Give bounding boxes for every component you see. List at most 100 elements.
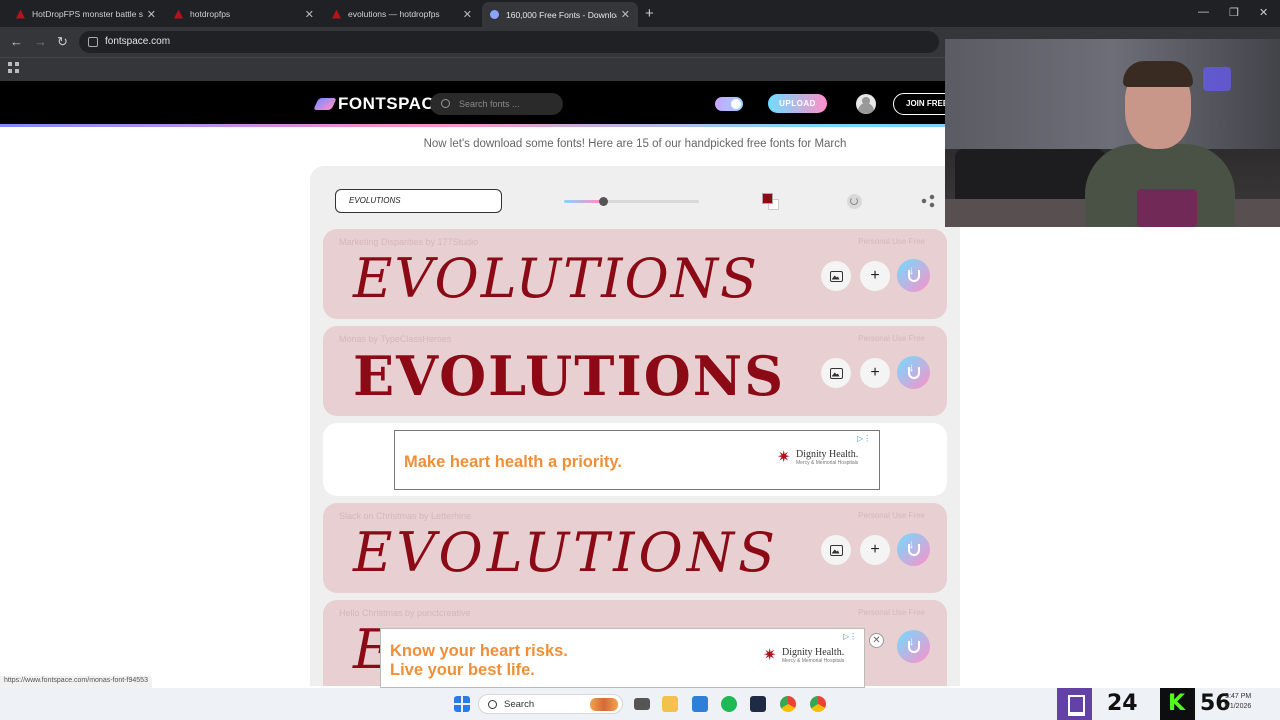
image-icon	[829, 367, 843, 379]
share-icon[interactable]	[921, 194, 935, 208]
font-card[interactable]: Monas by TypeClassHeroes Personal Use Fr…	[323, 326, 947, 416]
chrome-icon[interactable]	[780, 696, 796, 712]
search-input[interactable]: Search fonts ...	[430, 93, 563, 115]
theme-toggle[interactable]	[715, 97, 743, 111]
task-view-icon[interactable]	[634, 698, 650, 710]
reload-icon[interactable]: ↻	[57, 34, 68, 50]
font-sample[interactable]: EVOLUTIONS	[353, 519, 779, 587]
site-info-icon[interactable]	[88, 37, 98, 47]
maximize-icon[interactable]: ❐	[1229, 6, 1239, 19]
windows-start-icon[interactable]	[454, 696, 470, 712]
download-button[interactable]	[897, 259, 930, 292]
taskbar-search[interactable]: Search	[478, 694, 623, 714]
apps-grid-icon[interactable]	[8, 62, 19, 73]
dignity-star-icon: ✷	[763, 646, 777, 664]
search-highlight-icon	[590, 698, 618, 711]
font-author[interactable]: by punctcreative	[405, 608, 471, 618]
download-button[interactable]	[897, 356, 930, 389]
font-sample[interactable]: EVOLUTIONS	[353, 342, 785, 410]
taskbar-search-label: Search	[504, 699, 535, 710]
clock-date: 3/1/2026	[1224, 703, 1252, 710]
browser-tab-strip: HotDropFPS monster battle sty ✕ hotdropf…	[0, 0, 1280, 27]
image-icon	[829, 544, 843, 556]
close-ad-icon[interactable]: ✕	[869, 633, 884, 648]
webcam-overlay	[945, 39, 1280, 227]
tab-title: evolutions — hotdropfps	[348, 9, 440, 19]
ad-copy: Know your heart risks. Live your best li…	[390, 642, 568, 680]
ad-banner[interactable]: ▷⋮ Make heart health a priority. ✷ Digni…	[394, 430, 880, 490]
hotdrop-favicon-icon	[174, 9, 183, 19]
font-card[interactable]: Slack on Christmas by Letterhine Persona…	[323, 503, 947, 593]
font-license: Personal Use Free	[858, 237, 925, 246]
add-to-collection-button[interactable]: +	[860, 535, 890, 565]
search-icon	[441, 99, 450, 108]
ad-line-1: Know your heart risks.	[390, 642, 568, 660]
hotdrop-favicon-icon	[332, 9, 341, 19]
fontspace-favicon-icon	[490, 10, 499, 19]
spotify-icon[interactable]	[721, 696, 737, 712]
ad-brand: Dignity Health.	[796, 449, 859, 460]
intro-text: Now let's download some fonts! Here are …	[423, 138, 847, 150]
reset-icon[interactable]	[847, 194, 862, 209]
system-clock[interactable]: 5:47 PM 3/1/2026	[1224, 692, 1251, 712]
chrome-icon[interactable]	[810, 696, 826, 712]
dignity-health-logo: ✷ Dignity Health. Mercy & Memorial Hospi…	[777, 449, 858, 466]
address-bar[interactable]: fontspace.com	[79, 31, 939, 53]
download-icon	[907, 263, 920, 282]
download-icon	[907, 360, 920, 379]
fontspace-logo[interactable]: FONTSPACE	[313, 94, 446, 114]
image-preview-button[interactable]	[821, 535, 851, 565]
plus-icon: +	[870, 541, 880, 558]
sticky-ad-banner[interactable]: ▷⋮ Know your heart risks. Live your best…	[380, 628, 865, 688]
browser-tab-active[interactable]: 160,000 Free Fonts - Download ✕	[482, 2, 638, 27]
plus-icon: +	[870, 364, 880, 381]
forward-icon[interactable]: →	[34, 34, 47, 49]
image-preview-button[interactable]	[821, 358, 851, 388]
browser-tab[interactable]: HotDropFPS monster battle sty ✕	[8, 3, 164, 25]
font-card[interactable]: Marketing Disparities by 177Studio Perso…	[323, 229, 947, 319]
notepad-icon[interactable]	[692, 696, 708, 712]
kick-icon	[1160, 688, 1195, 720]
adchoices-icon[interactable]: ▷⋮	[843, 632, 857, 641]
close-icon[interactable]: ✕	[463, 8, 472, 21]
download-button[interactable]	[897, 630, 930, 663]
file-explorer-icon[interactable]	[662, 696, 678, 712]
add-to-collection-button[interactable]: +	[860, 261, 890, 291]
user-avatar-icon[interactable]	[856, 94, 876, 114]
webcam-light	[1203, 67, 1231, 91]
twitch-icon	[1057, 688, 1092, 720]
browser-tab[interactable]: hotdropfps ✕	[166, 3, 322, 25]
ad-brand-sub: Mercy & Memorial Hospitals	[782, 658, 845, 664]
preview-text-input[interactable]: EVOLUTIONS	[335, 189, 502, 213]
image-preview-button[interactable]	[821, 261, 851, 291]
ad-headline: Make heart health a priority.	[404, 453, 622, 471]
add-to-collection-button[interactable]: +	[860, 358, 890, 388]
status-bar-url: https://www.fontspace.com/monas-font-f94…	[0, 676, 152, 688]
hotdrop-favicon-icon	[16, 9, 25, 19]
font-sample[interactable]: EVOLUTIONS	[353, 245, 759, 313]
new-tab-icon[interactable]: +	[645, 5, 654, 22]
browser-tab[interactable]: evolutions — hotdropfps ✕	[324, 3, 480, 25]
close-icon[interactable]: ✕	[305, 8, 314, 21]
close-icon[interactable]: ✕	[147, 8, 156, 21]
text-color-swatch[interactable]	[762, 193, 773, 204]
tab-title: HotDropFPS monster battle sty	[32, 9, 143, 19]
download-button[interactable]	[897, 533, 930, 566]
download-icon	[907, 537, 920, 556]
hud-fx-icon[interactable]	[750, 696, 766, 712]
webcam-shirt-graphic	[1137, 189, 1197, 227]
dignity-health-logo: ✷ Dignity Health. Mercy & Memorial Hospi…	[763, 647, 844, 664]
minimize-icon[interactable]: —	[1198, 6, 1209, 18]
upload-button[interactable]: UPLOAD	[768, 94, 827, 113]
tab-title: hotdropfps	[190, 9, 231, 19]
font-license: Personal Use Free	[858, 334, 925, 343]
size-slider[interactable]	[564, 200, 699, 203]
ad-brand: Dignity Health.	[782, 647, 845, 658]
adchoices-icon[interactable]: ▷⋮	[857, 434, 871, 443]
ad-line-2: Live your best life.	[390, 661, 535, 679]
plus-icon: +	[870, 267, 880, 284]
close-window-icon[interactable]: ✕	[1259, 6, 1268, 19]
back-icon[interactable]: ←	[10, 34, 23, 49]
clock-time: 5:47 PM	[1225, 693, 1252, 700]
close-icon[interactable]: ✕	[621, 8, 630, 21]
